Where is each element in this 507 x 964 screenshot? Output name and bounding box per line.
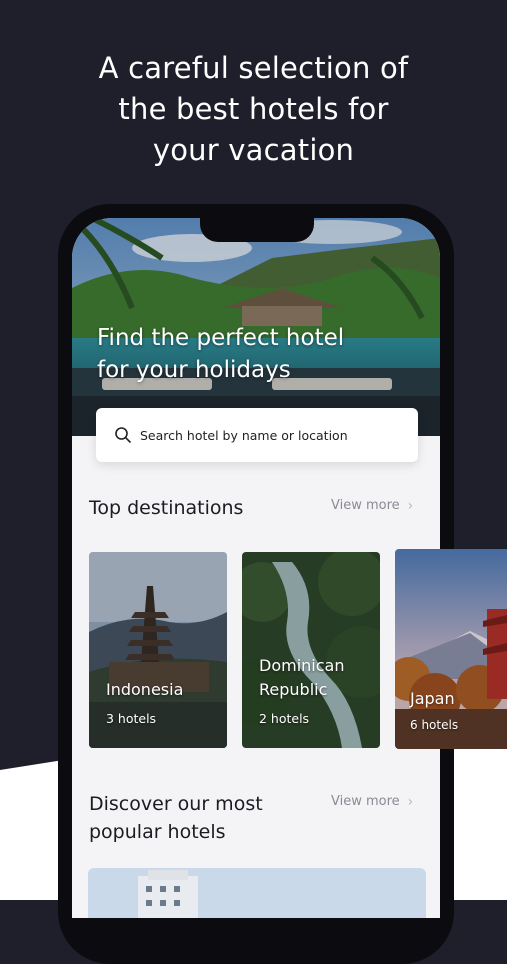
destination-hotel-count: 6 hotels — [410, 718, 459, 732]
destination-card-japan[interactable]: Japan 6 hotels — [395, 549, 507, 749]
promo-headline-line: A careful selection of — [98, 51, 409, 85]
phone-notch — [200, 216, 314, 242]
promo-headline-line: the best hotels for — [118, 92, 389, 126]
destination-card-dominican-republic[interactable]: Dominican Republic 2 hotels — [242, 552, 380, 748]
destination-hotel-count: 3 hotels — [106, 711, 157, 726]
hero-title-line: Find the perfect hotel — [97, 325, 345, 351]
destination-card-indonesia[interactable]: Indonesia 3 hotels — [89, 552, 227, 748]
destination-name: Indonesia — [106, 680, 184, 699]
promo-headline-line: your vacation — [152, 133, 355, 167]
section-title-text: Top destinations — [89, 497, 244, 519]
destination-name: Republic — [259, 680, 328, 699]
section-title-text: popular hotels — [89, 821, 226, 843]
popular-hotels-view-more[interactable]: View more › — [331, 793, 413, 811]
popular-hotel-card[interactable] — [88, 868, 426, 918]
view-more-label: View more — [331, 794, 400, 809]
popular-hotels-title: Discover our most popular hotels — [89, 790, 263, 846]
hero-title: Find the perfect hotel for your holidays — [97, 322, 344, 386]
chevron-right-icon: › — [407, 498, 414, 514]
search-input[interactable] — [140, 427, 410, 443]
search-bar[interactable] — [96, 408, 418, 462]
hotel-image — [88, 868, 426, 918]
hero-banner: Find the perfect hotel for your holidays — [72, 218, 440, 436]
destination-name: Japan — [410, 689, 455, 708]
destination-name: Dominican — [259, 656, 345, 675]
section-title-text: Discover our most — [89, 793, 263, 815]
hero-title-line: for your holidays — [97, 357, 291, 383]
app-screen: Find the perfect hotel for your holidays… — [72, 218, 440, 918]
view-more-label: View more — [331, 498, 400, 513]
promo-headline: A careful selection of the best hotels f… — [0, 48, 507, 171]
top-destinations-title: Top destinations — [89, 494, 243, 522]
top-destinations-view-more[interactable]: View more › — [331, 497, 413, 515]
search-icon — [114, 426, 132, 444]
destination-hotel-count: 2 hotels — [259, 711, 310, 726]
chevron-right-icon: › — [407, 794, 414, 810]
